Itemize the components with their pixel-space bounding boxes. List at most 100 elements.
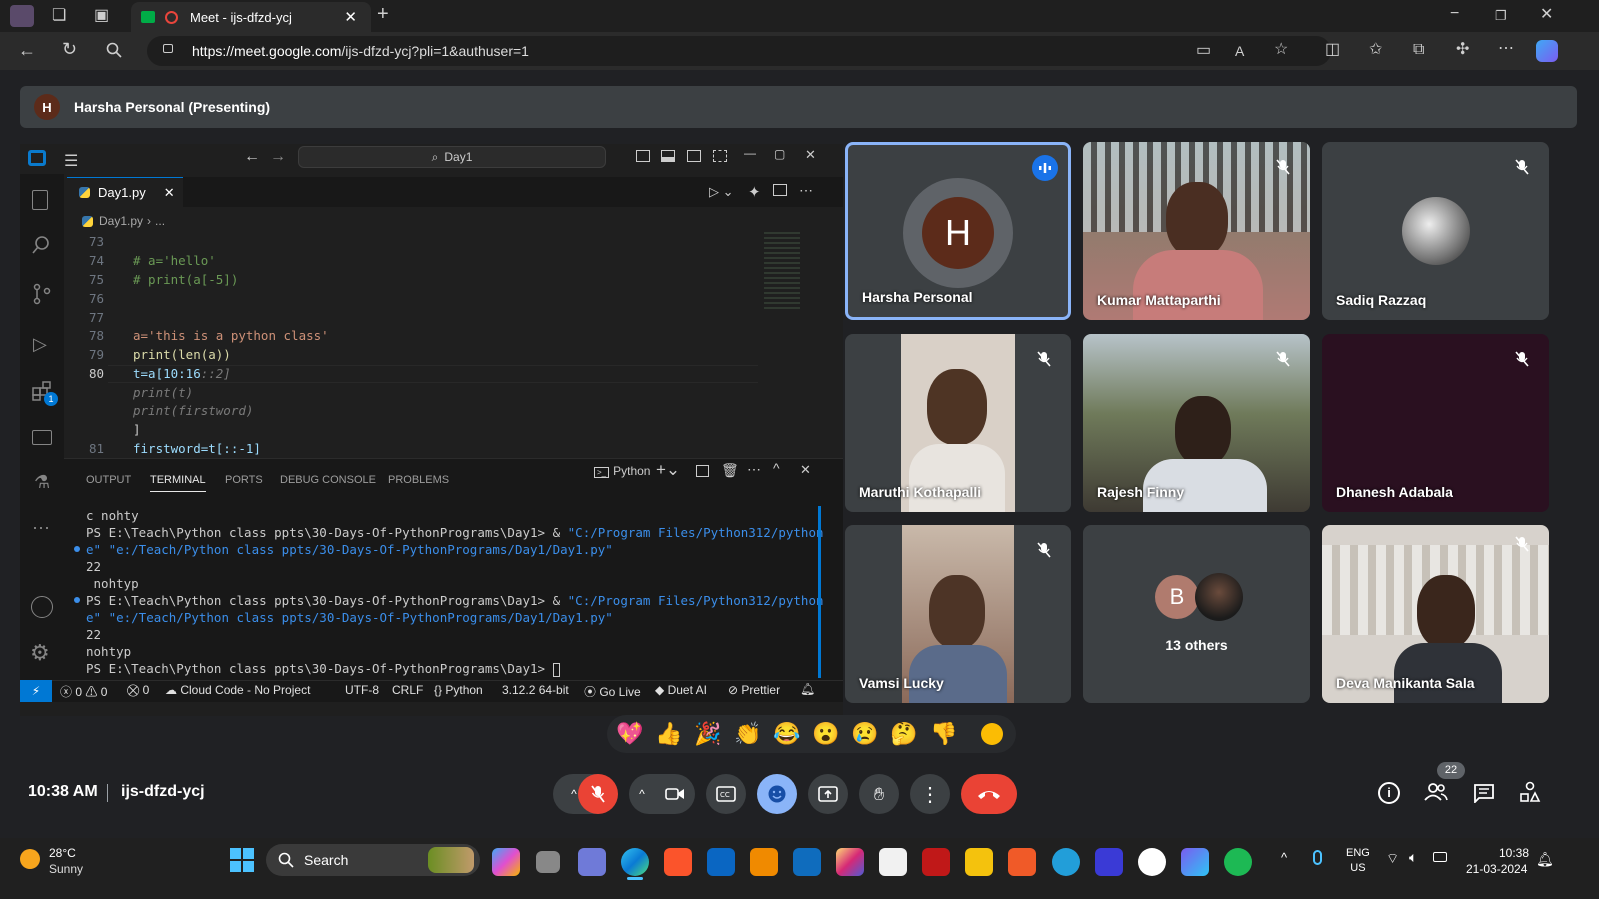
more-options-icon[interactable]: ⋯: [1498, 41, 1514, 57]
linkedin-app-icon[interactable]: [707, 848, 735, 876]
read-aloud-icon[interactable]: A: [1235, 43, 1244, 59]
vscode-app-icon[interactable]: [578, 848, 606, 876]
tab-close-icon[interactable]: ✕: [344, 8, 357, 26]
run-file-icon[interactable]: ▷ ⌄: [709, 184, 734, 200]
nav-back-icon[interactable]: ←: [244, 148, 260, 166]
new-tab-icon[interactable]: +: [377, 4, 389, 24]
participant-tile[interactable]: Vamsi Lucky: [845, 525, 1071, 703]
mcafee-app-icon[interactable]: [922, 848, 950, 876]
url-field[interactable]: https://meet.google.com/ijs-dfzd-ycj?pli…: [147, 36, 1331, 66]
remote-indicator[interactable]: ⚡︎: [20, 680, 52, 702]
run-debug-icon[interactable]: ▷: [33, 334, 47, 355]
browser-tab-meet[interactable]: Meet - ijs-dfzd-ycj ✕: [131, 2, 371, 32]
telegram-app-icon[interactable]: [1052, 848, 1080, 876]
capcut-app-icon[interactable]: [879, 848, 907, 876]
spotify-app-icon[interactable]: [1224, 848, 1252, 876]
outlook-app-icon[interactable]: [793, 848, 821, 876]
source-control-icon[interactable]: [32, 283, 52, 305]
more-views-icon[interactable]: ⋯: [32, 518, 50, 539]
remote-explorer-icon[interactable]: [32, 430, 52, 445]
encoding-status[interactable]: UTF-8: [345, 683, 379, 697]
favorite-star-icon[interactable]: ☆: [1274, 42, 1288, 58]
others-tile[interactable]: B 13 others: [1083, 525, 1310, 703]
brave-app-icon[interactable]: [664, 848, 692, 876]
breadcrumb-more[interactable]: ...: [155, 214, 165, 228]
reaction-crying[interactable]: 😢: [851, 722, 878, 746]
reactions-button[interactable]: [757, 774, 797, 814]
toggle-panel-icon[interactable]: [661, 150, 675, 162]
problems-status[interactable]: ⓧ 0 ⚠ 0: [60, 683, 107, 700]
copilot-app-icon[interactable]: [492, 848, 520, 876]
reaction-party-popper[interactable]: 🎉: [694, 722, 721, 746]
task-view-icon[interactable]: [536, 851, 560, 873]
panel-tab-problems[interactable]: PROBLEMS: [388, 474, 449, 486]
panel-tab-terminal[interactable]: TERMINAL: [150, 474, 206, 492]
start-button[interactable]: [230, 848, 254, 872]
camera-icon[interactable]: [665, 787, 685, 801]
panel-tab-ports[interactable]: PORTS: [225, 474, 263, 486]
weather-icon[interactable]: [20, 849, 40, 869]
reload-icon[interactable]: ↻: [62, 40, 77, 58]
reaction-thinking[interactable]: 🤔: [890, 722, 917, 746]
split-terminal-icon[interactable]: [696, 465, 709, 477]
notifications-bell-icon[interactable]: 🔔︎: [800, 682, 815, 696]
taskbar-date[interactable]: 21-03-2024: [1466, 862, 1527, 876]
weather-temp[interactable]: 28°C: [49, 846, 76, 860]
vscode-close-icon[interactable]: ✕: [805, 147, 816, 163]
vscode-minimize-icon[interactable]: —: [744, 146, 756, 160]
wifi-icon[interactable]: ⌔: [1386, 850, 1399, 868]
minimap[interactable]: [764, 232, 800, 312]
search-view-icon[interactable]: [31, 235, 51, 255]
copilot-icon[interactable]: [1536, 40, 1558, 62]
visual-studio-app-icon[interactable]: [1095, 848, 1123, 876]
accounts-icon[interactable]: [31, 596, 53, 618]
new-terminal-icon[interactable]: +⌄: [656, 460, 680, 480]
manage-gear-icon[interactable]: ⚙: [30, 640, 50, 666]
participant-tile[interactable]: Dhanesh Adabala: [1322, 334, 1549, 512]
captions-button[interactable]: CC: [706, 774, 746, 814]
panel-tab-output[interactable]: OUTPUT: [86, 474, 131, 486]
split-screen-icon[interactable]: ◫: [1325, 42, 1340, 58]
raise-hand-button[interactable]: ✋︎: [859, 774, 899, 814]
reaction-sparkling-heart[interactable]: 💖: [616, 722, 643, 746]
meeting-details-icon[interactable]: i: [1378, 782, 1400, 804]
terminal[interactable]: c nohty PS E:\Teach\Python class ppts\30…: [64, 504, 824, 680]
participant-tile[interactable]: Maruthi Kothapalli: [845, 334, 1071, 512]
toggle-sidebar-icon[interactable]: [636, 150, 650, 162]
battery-icon[interactable]: [1433, 852, 1447, 862]
participant-tile[interactable]: Deva Manikanta Sala: [1322, 525, 1549, 703]
customize-layout-icon[interactable]: [713, 150, 727, 162]
language-status[interactable]: {} Python: [434, 683, 483, 697]
reaction-clapping[interactable]: 👏: [734, 722, 761, 746]
editor-tab-close-icon[interactable]: ✕: [164, 185, 175, 201]
minimize-icon[interactable]: −: [1450, 6, 1459, 22]
workspaces-icon[interactable]: ❏: [52, 8, 66, 24]
chat-icon[interactable]: [1473, 783, 1495, 803]
participant-tile[interactable]: Rajesh Finny: [1083, 334, 1310, 512]
terminal-profile[interactable]: >_ Python: [594, 464, 650, 478]
prettier-status[interactable]: ⊘ Prettier: [728, 683, 780, 697]
microphone-tray-icon[interactable]: [1313, 850, 1322, 865]
reaction-laughing[interactable]: 😂: [773, 722, 800, 746]
go-live-status[interactable]: ⦿ Go Live: [584, 683, 641, 700]
panel-tab-debug-console[interactable]: DEBUG CONSOLE: [280, 474, 376, 486]
extensions-icon[interactable]: ✣: [1456, 42, 1469, 58]
participant-tile[interactable]: Sadiq Razzaq: [1322, 142, 1549, 320]
show-hidden-icons-chevron-icon[interactable]: ^: [1281, 850, 1287, 865]
favorites-icon[interactable]: ✩: [1369, 42, 1382, 58]
interpreter-status[interactable]: 3.12.2 64-bit: [502, 683, 569, 697]
microphone-toggle-button[interactable]: [578, 774, 618, 814]
toggle-secondary-sidebar-icon[interactable]: [687, 150, 701, 162]
eol-status[interactable]: CRLF: [392, 683, 423, 697]
maximize-panel-icon[interactable]: ^: [773, 460, 780, 476]
chevron-up-icon[interactable]: ^: [571, 787, 577, 801]
activities-icon[interactable]: [1519, 781, 1541, 803]
copilot-sparkle-icon[interactable]: ✦: [748, 183, 761, 201]
taskbar-time[interactable]: 10:38: [1499, 846, 1529, 860]
present-screen-button[interactable]: [808, 774, 848, 814]
terminal-scrollbar[interactable]: [818, 506, 821, 678]
code-editor[interactable]: 73 74 # a='hello' 75 # print(a[-5]) 76 7…: [64, 230, 784, 456]
panel-more-icon[interactable]: ⋯: [747, 461, 761, 478]
menu-icon[interactable]: ☰: [64, 151, 78, 171]
reaction-thumbs-down[interactable]: 👎: [930, 722, 957, 746]
